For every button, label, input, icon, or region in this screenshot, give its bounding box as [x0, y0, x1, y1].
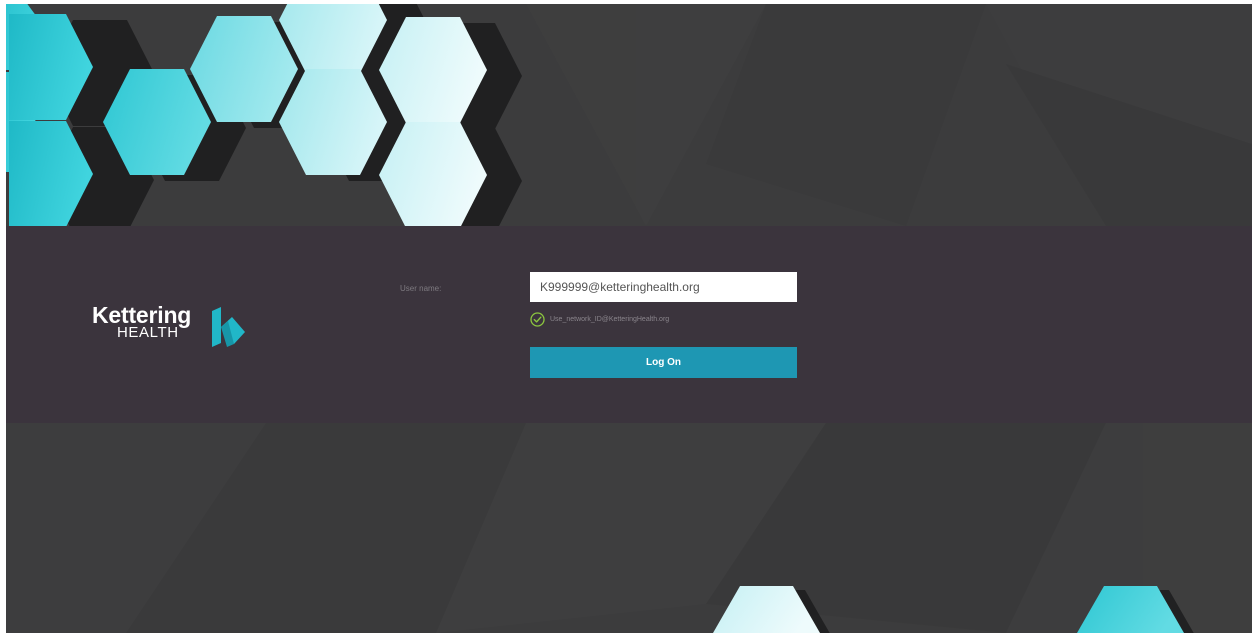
username-hint-text: Use_network_ID@KetteringHealth.org — [550, 316, 670, 323]
logo-subname: HEALTH — [117, 324, 179, 341]
log-on-button[interactable]: Log On — [530, 347, 797, 378]
username-input[interactable] — [530, 272, 797, 302]
check-circle-icon — [530, 312, 545, 327]
kettering-health-logo: Kettering HEALTH — [92, 302, 262, 348]
login-screen: Kettering HEALTH User name: Use_network_… — [6, 4, 1252, 633]
kettering-k-mark-icon — [212, 307, 245, 347]
username-label: User name: — [400, 284, 442, 293]
